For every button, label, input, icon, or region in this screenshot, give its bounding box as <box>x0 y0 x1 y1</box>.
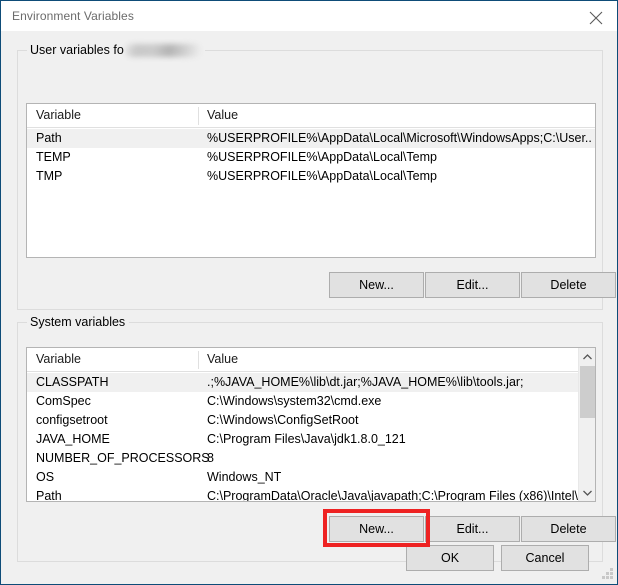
title-bar: Environment Variables <box>1 0 617 31</box>
table-row[interactable]: CLASSPATH .;%JAVA_HOME%\lib\dt.jar;%JAVA… <box>27 373 595 392</box>
system-variables-group: System variables Variable Value CLASSPAT… <box>17 315 616 562</box>
scrollbar-thumb[interactable] <box>580 366 595 418</box>
user-variable-name: TEMP <box>36 150 71 164</box>
system-list-scrollbar[interactable] <box>578 348 595 501</box>
user-list-rows: Path %USERPROFILE%\AppData\Local\Microso… <box>27 129 595 186</box>
system-new-button[interactable]: New... <box>329 516 424 542</box>
cancel-button[interactable]: Cancel <box>501 545 589 571</box>
table-row[interactable]: TMP %USERPROFILE%\AppData\Local\Temp <box>27 167 595 186</box>
user-column-divider[interactable] <box>198 107 199 125</box>
table-row[interactable]: TEMP %USERPROFILE%\AppData\Local\Temp <box>27 148 595 167</box>
dialog-body: User variables fo Variable Value Path %U… <box>1 31 617 583</box>
system-variable-value: 8 <box>207 451 214 465</box>
system-column-variable[interactable]: Variable <box>36 352 81 366</box>
redacted-username <box>124 43 201 57</box>
system-variable-value: Windows_NT <box>207 470 282 484</box>
table-row[interactable]: Path C:\ProgramData\Oracle\Java\javapath… <box>27 487 595 502</box>
user-variables-legend: User variables fo <box>27 43 205 58</box>
user-variables-legend-text: User variables fo <box>30 43 124 57</box>
user-column-value[interactable]: Value <box>207 108 238 122</box>
user-variable-value: %USERPROFILE%\AppData\Local\Temp <box>207 150 437 164</box>
system-delete-button[interactable]: Delete <box>521 516 616 542</box>
system-variable-value: C:\Program Files\Java\jdk1.8.0_121 <box>207 432 406 446</box>
system-variable-name: configsetroot <box>36 413 108 427</box>
user-edit-button[interactable]: Edit... <box>425 272 520 298</box>
user-variable-value: %USERPROFILE%\AppData\Local\Temp <box>207 169 437 183</box>
user-variable-name: Path <box>36 131 62 145</box>
user-column-variable[interactable]: Variable <box>36 108 81 122</box>
ok-button[interactable]: OK <box>406 545 494 571</box>
system-variable-name: JAVA_HOME <box>36 432 110 446</box>
system-variable-value: C:\Windows\system32\cmd.exe <box>207 394 382 408</box>
system-column-value[interactable]: Value <box>207 352 238 366</box>
system-variable-name: OS <box>36 470 55 484</box>
environment-variables-dialog: Environment Variables User variables fo … <box>0 0 618 585</box>
user-list-header: Variable Value <box>27 104 595 128</box>
system-variables-legend: System variables <box>27 315 130 329</box>
user-delete-button[interactable]: Delete <box>521 272 616 298</box>
chevron-down-icon[interactable] <box>579 484 595 501</box>
table-row[interactable]: ComSpec C:\Windows\system32\cmd.exe <box>27 392 595 411</box>
user-variables-group: User variables fo Variable Value Path %U… <box>17 43 616 310</box>
system-list-rows: CLASSPATH .;%JAVA_HOME%\lib\dt.jar;%JAVA… <box>27 373 595 502</box>
system-variable-name: NUMBER_OF_PROCESSORS <box>36 451 210 465</box>
table-row[interactable]: JAVA_HOME C:\Program Files\Java\jdk1.8.0… <box>27 430 595 449</box>
window-title: Environment Variables <box>12 9 134 23</box>
system-variable-value: .;%JAVA_HOME%\lib\dt.jar;%JAVA_HOME%\lib… <box>207 375 524 389</box>
chevron-up-icon[interactable] <box>579 348 595 365</box>
resize-grip[interactable] <box>601 567 614 580</box>
user-new-button[interactable]: New... <box>329 272 424 298</box>
system-list-header: Variable Value <box>27 348 595 372</box>
table-row[interactable]: configsetroot C:\Windows\ConfigSetRoot <box>27 411 595 430</box>
user-variables-list[interactable]: Variable Value Path %USERPROFILE%\AppDat… <box>26 103 596 258</box>
system-variable-name: Path <box>36 489 62 502</box>
table-row[interactable]: NUMBER_OF_PROCESSORS 8 <box>27 449 595 468</box>
system-variable-value: C:\ProgramData\Oracle\Java\javapath;C:\P… <box>207 489 591 502</box>
system-variable-name: CLASSPATH <box>36 375 109 389</box>
user-variable-name: TMP <box>36 169 63 183</box>
table-row[interactable]: Path %USERPROFILE%\AppData\Local\Microso… <box>27 129 595 148</box>
user-variable-value: %USERPROFILE%\AppData\Local\Microsoft\Wi… <box>207 131 591 145</box>
system-variables-list[interactable]: Variable Value CLASSPATH .;%JAVA_HOME%\l… <box>26 347 596 502</box>
close-icon[interactable] <box>573 1 617 31</box>
system-variable-name: ComSpec <box>36 394 91 408</box>
system-column-divider[interactable] <box>198 351 199 369</box>
table-row[interactable]: OS Windows_NT <box>27 468 595 487</box>
system-edit-button[interactable]: Edit... <box>425 516 520 542</box>
system-variable-value: C:\Windows\ConfigSetRoot <box>207 413 359 427</box>
